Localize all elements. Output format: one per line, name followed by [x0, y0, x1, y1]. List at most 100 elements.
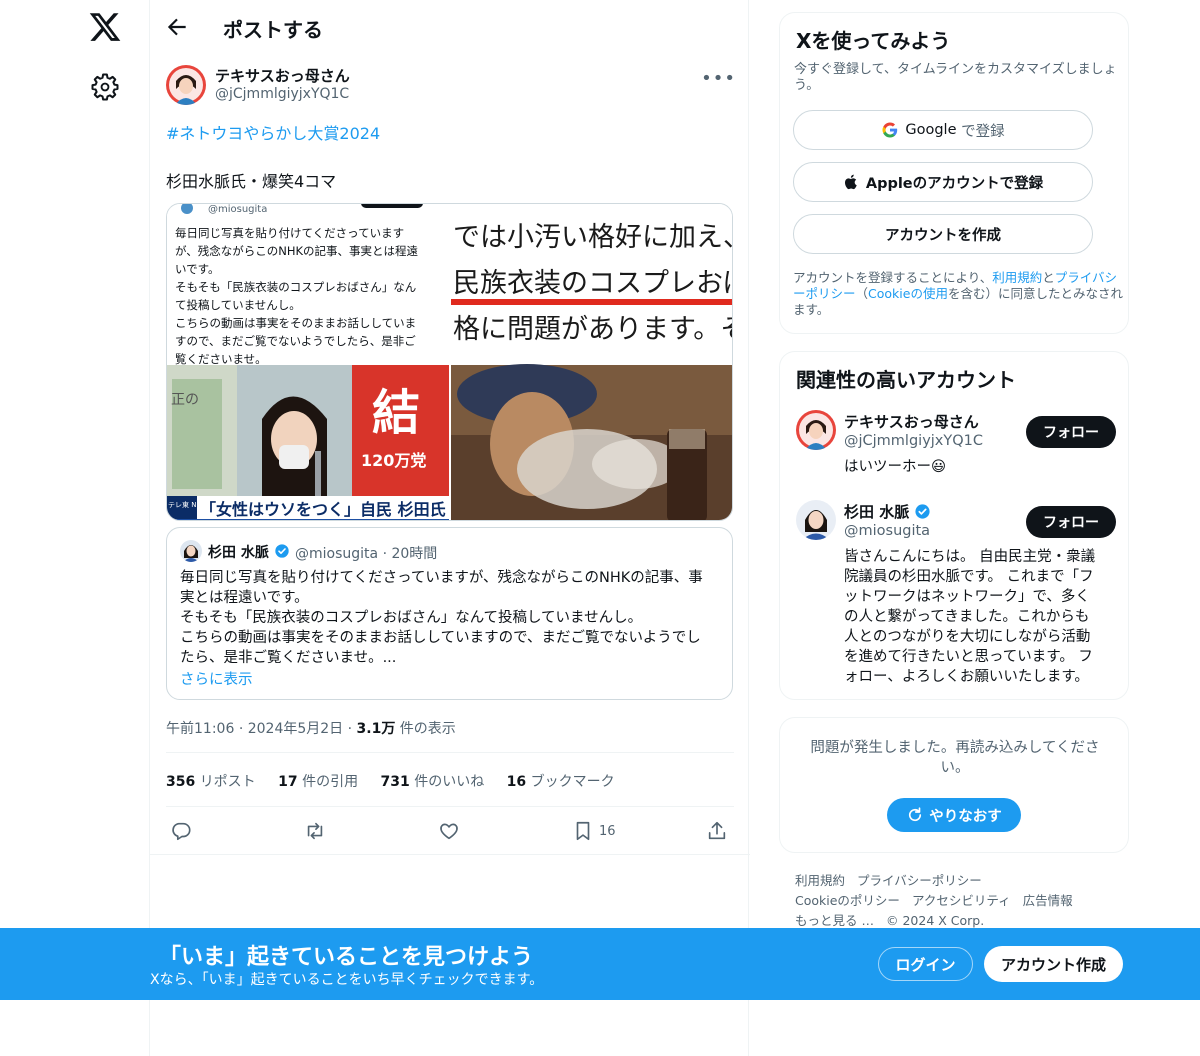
- view-count: 3.1万: [356, 721, 396, 737]
- like-stat[interactable]: 731 件のいいね: [381, 774, 485, 790]
- footer-copyright: © 2024 X Corp.: [885, 913, 985, 928]
- follow-button[interactable]: フォロー: [1026, 506, 1116, 538]
- share-button[interactable]: [706, 819, 728, 843]
- footer-ads-link[interactable]: 広告情報: [1023, 893, 1073, 908]
- login-button[interactable]: ログイン: [878, 947, 973, 981]
- meta-separator: ·: [347, 721, 353, 737]
- show-more-link[interactable]: さらに表示: [180, 668, 253, 689]
- post-date[interactable]: 2024年5月2日: [248, 721, 343, 737]
- avatar[interactable]: [796, 410, 836, 450]
- quote-line: そもそも「民族衣装のコスプレおばさん」なんて投稿していませんし。: [180, 610, 643, 626]
- meta-separator: ·: [238, 721, 244, 737]
- terms-link[interactable]: 利用規約: [992, 270, 1042, 285]
- google-brand: Google: [905, 122, 957, 138]
- bio-line: の人と繋がってきました。これからも: [844, 609, 1090, 625]
- signup-card: Xを使ってみよう 今すぐ登録して、タイムラインをカスタマイズしましょう。 Goo…: [779, 12, 1129, 334]
- follow-button[interactable]: フォロー: [1026, 416, 1116, 448]
- panel2-line: では小汚い格好に加え、: [453, 222, 733, 253]
- bio-line: ットワークはネットワーク」で、多く: [844, 589, 1090, 605]
- related-account[interactable]: テキサスおっ母さん @jCjmmlgiyjxYQ1C はいツーホー😃 フォロー: [796, 410, 1116, 480]
- media-panel-1[interactable]: @miosugita 毎日同じ写真を貼り付けてくださっていますが、残念ながらこの…: [167, 204, 449, 366]
- bio-line: を進めて行きたいと思っています。 フ: [844, 649, 1093, 665]
- google-signup-button[interactable]: Google で登録: [793, 110, 1093, 150]
- bio-line: 皆さんこんにちは。 自由民主党・衆議: [844, 549, 1096, 565]
- quote-author-name[interactable]: 杉田 水脈: [208, 542, 269, 562]
- apple-signup-button[interactable]: Appleのアカウントで登録: [793, 162, 1093, 202]
- panel1-line: が、残念ながらこのNHKの記事、事実とは程遠: [175, 244, 419, 258]
- back-arrow-icon[interactable]: [164, 14, 190, 40]
- banner-create-account-button[interactable]: アカウント作成: [984, 946, 1123, 982]
- avatar[interactable]: [166, 65, 206, 105]
- gear-icon[interactable]: [90, 72, 120, 102]
- media-panel-3[interactable]: 正の 結 120万党 テレ東 NEWS 「女性はウソをつく」自民 杉田氏: [167, 365, 449, 521]
- post-stats: 356 リポスト 17 件の引用 731 件のいいね 16 ブックマーク: [166, 771, 633, 791]
- apple-icon: [844, 174, 857, 190]
- panel1-line: 毎日同じ写真を貼り付けてくださっています: [175, 226, 404, 240]
- panel1-line: て投稿していませんし。: [175, 298, 301, 312]
- page-title: ポストする: [223, 18, 323, 42]
- divider: [150, 854, 750, 855]
- bio-line: 院議員の杉田水脈です。 これまで「フ: [844, 569, 1094, 585]
- post-time[interactable]: 午前11:06: [166, 721, 234, 737]
- bookmark-button[interactable]: 16: [572, 819, 616, 843]
- author-name[interactable]: テキサスおっ母さん: [215, 65, 350, 86]
- related-title: 関連性の高いアカウント: [796, 368, 1016, 392]
- x-logo-icon[interactable]: [88, 10, 122, 44]
- post-author: テキサスおっ母さん @jCjmmlgiyjxYQ1C •••: [166, 64, 736, 108]
- bookmark-count: 16: [599, 823, 616, 839]
- heart-icon: [440, 823, 458, 840]
- account-handle[interactable]: @miosugita: [844, 523, 930, 539]
- related-account[interactable]: 杉田 水脈 @miosugita 皆さんこんにちは。 自由民主党・衆議 院議員の…: [796, 500, 1116, 690]
- account-bio: はいツーホー😃: [844, 457, 1104, 477]
- error-message: 問題が発生しました。再読み込みしてください。: [810, 740, 1100, 776]
- footer-cookie-link[interactable]: Cookieのポリシー: [795, 893, 900, 908]
- reply-button[interactable]: [170, 819, 192, 843]
- repost-stat[interactable]: 356 リポスト: [166, 774, 256, 790]
- refresh-icon: [909, 807, 922, 822]
- avatar[interactable]: [796, 500, 836, 540]
- quoted-post[interactable]: 杉田 水脈 @miosugita · 20時間 毎日同じ写真を貼り付けてくださっ…: [166, 527, 733, 700]
- repost-button[interactable]: [304, 819, 326, 843]
- footer-accessibility-link[interactable]: アクセシビリティ: [912, 893, 1011, 908]
- footer-privacy-link[interactable]: プライバシーポリシー: [857, 873, 982, 888]
- create-account-button[interactable]: アカウントを作成: [793, 214, 1093, 254]
- like-button[interactable]: [438, 819, 460, 843]
- quote-stat[interactable]: 17 件の引用: [278, 774, 358, 790]
- account-name-row[interactable]: 杉田 水脈: [844, 501, 931, 522]
- panel3-caption: 「女性はウソをつく」自民 杉田氏: [200, 500, 446, 519]
- panel2-line: 格に問題があります。そ: [453, 314, 733, 345]
- more-options-icon[interactable]: •••: [701, 68, 736, 89]
- signup-legal: アカウントを登録することにより、利用規約とプライバシーポリシー（Cookieの使…: [793, 270, 1123, 318]
- post-hashtag[interactable]: #ネトウヨやらかし大賞2024: [166, 120, 380, 144]
- retry-button[interactable]: やりなおす: [887, 798, 1021, 832]
- footer-links: 利用規約 プライバシーポリシー Cookieのポリシー アクセシビリティ 広告情報 も…: [795, 871, 1125, 931]
- signup-subtitle: 今すぐ登録して、タイムラインをカスタマイズしましょう。: [794, 62, 1117, 93]
- panel1-line: そもそも「民族衣装のコスプレおばさん」なん: [175, 280, 416, 294]
- footer-terms-link[interactable]: 利用規約: [795, 873, 845, 888]
- media-panel-4[interactable]: [451, 364, 733, 521]
- panel3-side-text: 正の: [171, 392, 199, 408]
- bookmark-stat[interactable]: 16 ブックマーク: [507, 774, 615, 790]
- banner-subtitle: Xなら、「いま」起きていることをいち早くチェックできます。: [150, 972, 544, 988]
- quote-line: たら、是非ご覧くださいませ。...: [180, 650, 397, 666]
- media-panel-2[interactable]: では小汚い格好に加え、民族衣装のコスプレおば格に問題があります。そ: [451, 204, 733, 364]
- footer-more-link[interactable]: もっと見る …: [795, 913, 874, 928]
- bookmark-icon: [576, 821, 590, 841]
- divider: [166, 806, 734, 807]
- account-name[interactable]: テキサスおっ母さん: [844, 411, 979, 432]
- left-nav: [0, 0, 150, 1056]
- author-handle[interactable]: @jCjmmlgiyjxYQ1C: [215, 86, 349, 102]
- signup-title: Xを使ってみよう: [796, 29, 951, 53]
- quote-time: · 20時間: [382, 546, 438, 562]
- quote-line: 毎日同じ写真を貼り付けてくださっていますが、残念ながらこのNHKの記事、事: [180, 570, 703, 586]
- page-header: ポストする: [150, 0, 750, 54]
- post-media[interactable]: @miosugita 毎日同じ写真を貼り付けてくださっています が、残念ながらこの…: [166, 203, 733, 521]
- account-handle[interactable]: @jCjmmlgiyjxYQ1C: [844, 433, 983, 449]
- bio-line: ォロー、よろしくお願いいたします。: [844, 669, 1089, 685]
- post-meta: 午前11:06 · 2024年5月2日 · 3.1万 件の表示: [166, 718, 456, 738]
- cookie-link[interactable]: Cookieの使用: [868, 286, 948, 301]
- quote-avatar[interactable]: [180, 540, 202, 562]
- reply-icon: [172, 822, 191, 841]
- quote-handle-time[interactable]: @miosugita · 20時間: [295, 543, 437, 563]
- google-icon: [882, 122, 898, 138]
